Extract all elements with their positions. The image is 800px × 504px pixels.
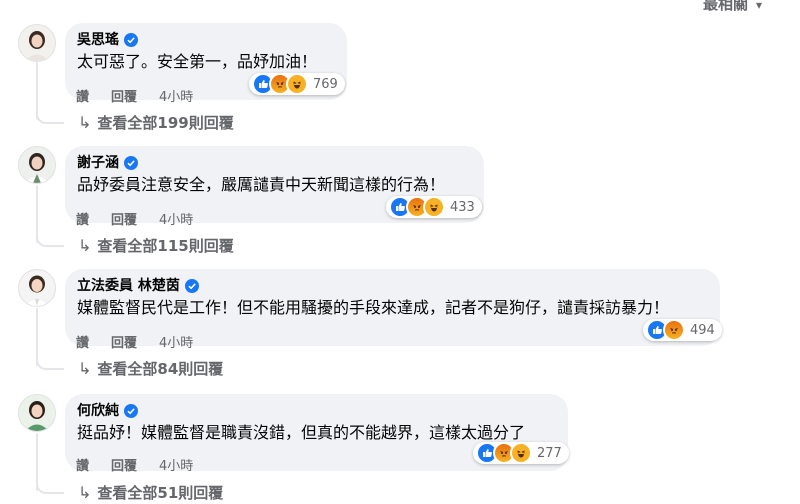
comment-actions: 讚 回覆 4小時 xyxy=(76,86,193,105)
reply-arrow-icon: ↳ xyxy=(78,359,92,378)
angry-reaction-icon xyxy=(663,319,685,341)
reaction-count: 433 xyxy=(450,199,475,215)
like-button[interactable]: 讚 xyxy=(76,86,89,105)
reply-arrow-icon: ↳ xyxy=(78,483,92,502)
view-replies-link[interactable]: ↳ 查看全部51則回覆 xyxy=(78,482,223,503)
commenter-name[interactable]: 謝子涵 xyxy=(77,154,119,172)
view-replies-label: 查看全部84則回覆 xyxy=(97,360,224,378)
chevron-down-icon: ▾ xyxy=(756,0,763,12)
avatar[interactable] xyxy=(18,394,56,432)
haha-reaction-icon xyxy=(423,196,445,218)
reply-arrow-icon: ↳ xyxy=(78,113,92,132)
sort-dropdown[interactable]: 最相關 ▾ xyxy=(703,0,762,14)
like-button[interactable]: 讚 xyxy=(76,209,89,228)
reactions-summary[interactable]: 277 xyxy=(473,442,569,464)
comment-timestamp[interactable]: 4小時 xyxy=(159,332,193,351)
comment-timestamp[interactable]: 4小時 xyxy=(159,455,193,474)
like-button[interactable]: 讚 xyxy=(76,455,89,474)
haha-reaction-icon xyxy=(510,442,532,464)
comment-timestamp[interactable]: 4小時 xyxy=(159,86,193,105)
view-replies-label: 查看全部115則回覆 xyxy=(97,237,234,255)
reply-button[interactable]: 回覆 xyxy=(111,455,137,474)
view-replies-label: 查看全部199則回覆 xyxy=(97,114,234,132)
reaction-count: 494 xyxy=(690,322,715,338)
view-replies-link[interactable]: ↳ 查看全部199則回覆 xyxy=(78,112,234,133)
thread-connector xyxy=(36,108,64,124)
reactions-summary[interactable]: 433 xyxy=(386,196,482,218)
view-replies-link[interactable]: ↳ 查看全部115則回覆 xyxy=(78,235,234,256)
reply-button[interactable]: 回覆 xyxy=(111,209,137,228)
comment-actions: 讚 回覆 4小時 xyxy=(76,455,193,474)
thread-connector xyxy=(36,478,64,494)
reaction-count: 769 xyxy=(313,76,338,92)
like-button[interactable]: 讚 xyxy=(76,332,89,351)
comment-text: 太可惡了。安全第一，品妤加油！ xyxy=(77,52,318,71)
haha-reaction-icon xyxy=(286,73,308,95)
commenter-name[interactable]: 吳思瑤 xyxy=(77,31,119,49)
verified-badge-icon xyxy=(124,404,138,418)
reply-arrow-icon: ↳ xyxy=(78,236,92,255)
thread-connector xyxy=(36,231,64,247)
thread-connector xyxy=(36,354,64,370)
comment-actions: 讚 回覆 4小時 xyxy=(76,332,193,351)
reaction-count: 277 xyxy=(537,445,562,461)
comment-actions: 讚 回覆 4小時 xyxy=(76,209,193,228)
commenter-name[interactable]: 何欣純 xyxy=(77,402,119,420)
comment-text: 品妤委員注意安全，嚴厲譴責中天新聞這樣的行為！ xyxy=(77,175,446,194)
comment-text: 媒體監督民代是工作！但不能用騷擾的手段來達成，記者不是狗仔，譴責採訪暴力！ xyxy=(77,298,670,317)
reactions-summary[interactable]: 769 xyxy=(249,73,345,95)
avatar[interactable] xyxy=(18,24,56,62)
verified-badge-icon xyxy=(124,33,138,47)
verified-badge-icon xyxy=(124,156,138,170)
view-replies-label: 查看全部51則回覆 xyxy=(97,484,224,502)
reactions-summary[interactable]: 494 xyxy=(643,319,722,341)
commenter-name[interactable]: 立法委員 林楚茵 xyxy=(77,277,180,295)
avatar[interactable] xyxy=(18,269,56,307)
view-replies-link[interactable]: ↳ 查看全部84則回覆 xyxy=(78,358,223,379)
verified-badge-icon xyxy=(184,279,199,293)
avatar[interactable] xyxy=(18,146,56,184)
reply-button[interactable]: 回覆 xyxy=(111,86,137,105)
reply-button[interactable]: 回覆 xyxy=(111,332,137,351)
comment-timestamp[interactable]: 4小時 xyxy=(159,209,193,228)
sort-label: 最相關 xyxy=(703,0,749,13)
